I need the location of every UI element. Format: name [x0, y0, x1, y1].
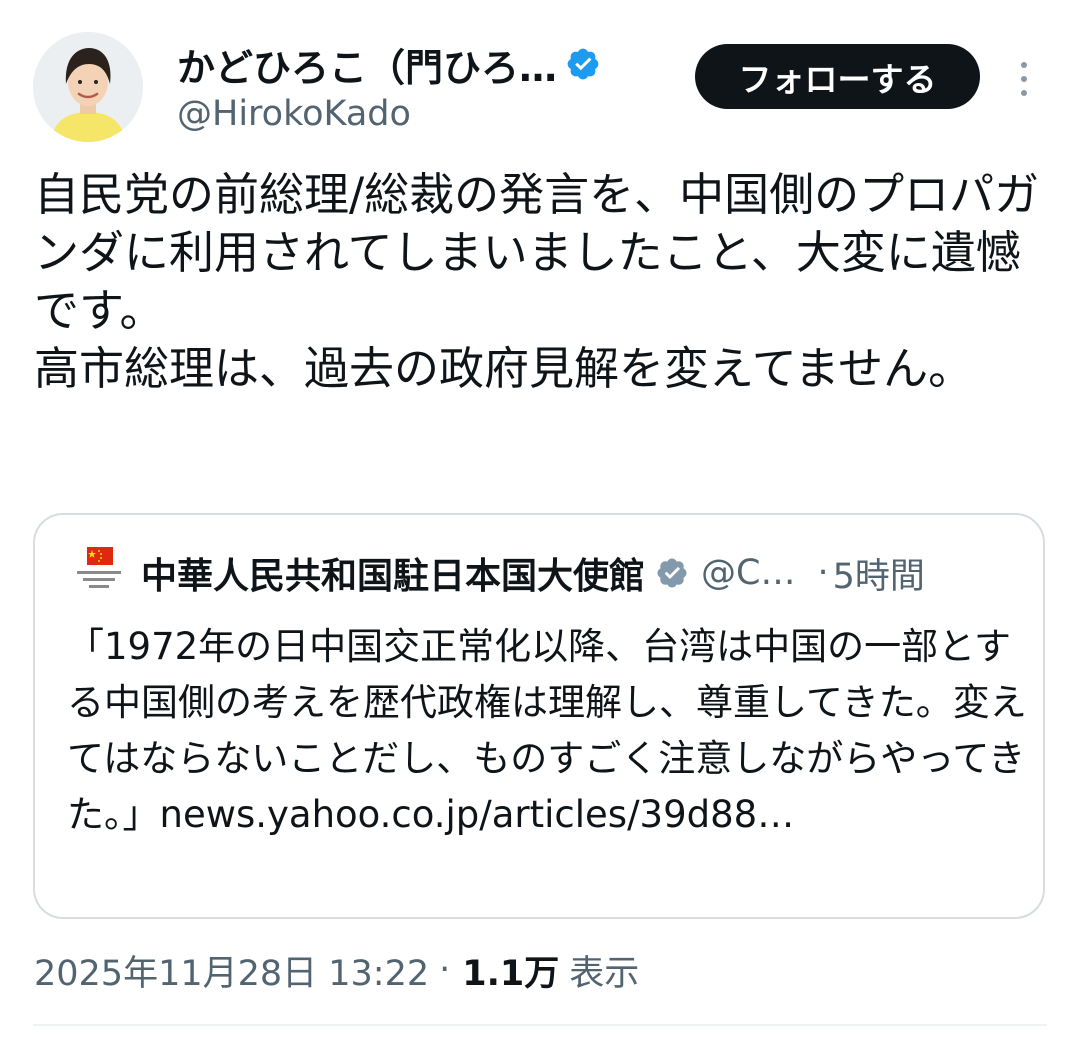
more-vertical-icon[interactable]	[1008, 57, 1040, 101]
follow-button[interactable]: フォローする	[695, 44, 980, 109]
quoted-tweet-card[interactable]: 中華人民共和国駐日本国大使館 @C… · 5時間 「1972年の日中国交正常化以…	[33, 513, 1045, 919]
author-handle[interactable]: @HirokoKado	[177, 92, 411, 136]
tweet-detail: かどひろこ（門ひろ… @HirokoKado フォローする 自民党の前総理/総裁…	[0, 0, 1080, 1039]
tweet-meta-row: 2025年11月28日 13:22 · 1.1万 表示	[34, 944, 639, 996]
meta-separator: ·	[439, 950, 451, 990]
embassy-flag-logo	[75, 547, 123, 599]
author-avatar[interactable]	[33, 32, 143, 142]
author-name-row: かどひろこ（門ひろ…	[177, 40, 601, 90]
quoted-timestamp[interactable]: 5時間	[833, 548, 925, 599]
profile-photo	[33, 32, 143, 142]
quoted-author-name[interactable]: 中華人民共和国駐日本国大使館	[141, 547, 645, 599]
quoted-tweet-header: 中華人民共和国駐日本国大使館 @C… · 5時間	[75, 545, 1015, 601]
verified-badge-icon	[565, 46, 601, 82]
views-label: 表示	[569, 953, 640, 994]
quoted-time-separator: ·	[817, 553, 829, 593]
divider	[33, 1024, 1047, 1026]
quoted-tweet-text: 「1972年の日中国交正常化以降、台湾は中国の一部とする中国側の考えを歴代政権は…	[67, 625, 1027, 836]
author-display-name[interactable]: かどひろこ（門ひろ…	[177, 37, 557, 92]
tweet-timestamp[interactable]: 2025年11月28日 13:22	[34, 945, 429, 996]
tweet-body-text: 自民党の前総理/総裁の発言を、中国側のプロパガンダに利用されてしまいましたこと、…	[34, 168, 1040, 395]
quoted-author-handle[interactable]: @C…	[701, 553, 795, 593]
verified-badge-gray-icon	[655, 556, 689, 590]
views-count: 1.1万	[462, 953, 560, 994]
